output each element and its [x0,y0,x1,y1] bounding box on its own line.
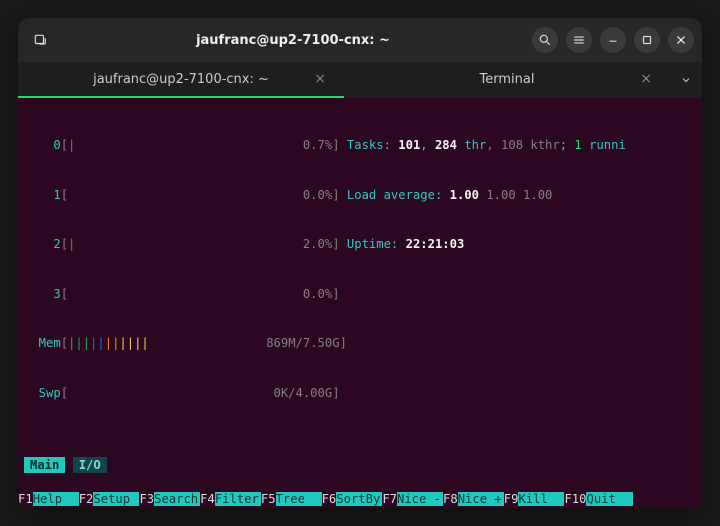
chevron-down-icon [680,74,692,86]
htop-tab-main[interactable]: Main [24,457,65,474]
footer-setup[interactable]: Setup [93,492,139,506]
footer-filter[interactable]: Filter [215,492,261,506]
minimize-button[interactable] [600,27,626,53]
htop-tabs: Main I/O [24,457,696,474]
tab-terminal-1[interactable]: jaufranc@up2-7100-cnx: ~ × [18,62,344,98]
terminal-window: jaufranc@up2-7100-cnx: ~ jaufranc@up2-71… [18,18,702,508]
cpu-meter-0: 0[| 0.7%] Tasks: 101, 284 thr, 108 kthr;… [24,137,696,154]
tab-close-icon[interactable]: × [314,71,326,87]
mem-meter: Mem[||||||||||| 869M/7.50G] [24,335,696,352]
tab-close-icon[interactable]: × [640,71,652,87]
tab-label: jaufranc@up2-7100-cnx: ~ [93,72,269,87]
footer-nice-minus[interactable]: Nice - [397,492,443,506]
search-icon [538,33,552,47]
tab-label: Terminal [480,72,535,87]
hamburger-icon [572,33,586,47]
htop-footer: F1Help F2Setup F3SearchF4FilterF5Tree F6… [18,490,702,508]
titlebar: jaufranc@up2-7100-cnx: ~ [18,18,702,62]
footer-help[interactable]: Help [33,492,79,506]
minimize-icon [606,33,620,47]
search-button[interactable] [532,27,558,53]
cpu-meter-1: 1[ 0.0%] Load average: 1.00 1.00 1.00 [24,187,696,204]
close-icon [674,33,688,47]
footer-sortby[interactable]: SortBy [336,492,382,506]
terminal-content[interactable]: 0[| 0.7%] Tasks: 101, 284 thr, 108 kthr;… [18,98,702,490]
menu-button[interactable] [566,27,592,53]
footer-tree[interactable]: Tree [276,492,322,506]
maximize-button[interactable] [634,27,660,53]
footer-kill[interactable]: Kill [518,492,564,506]
htop-tab-io[interactable]: I/O [73,457,107,474]
cpu-meter-2: 2[| 2.0%] Uptime: 22:21:03 [24,236,696,253]
maximize-icon [640,33,654,47]
cpu-meter-3: 3[ 0.0%] [24,286,696,303]
new-tab-button[interactable] [26,26,54,54]
tab-bar: jaufranc@up2-7100-cnx: ~ × Terminal × [18,62,702,98]
close-button[interactable] [668,27,694,53]
footer-search[interactable]: Search [154,492,200,506]
footer-nice-plus[interactable]: Nice + [458,492,504,506]
window-title: jaufranc@up2-7100-cnx: ~ [60,33,526,48]
new-tab-icon [33,33,47,47]
footer-quit[interactable]: Quit [586,492,632,506]
tabs-dropdown[interactable] [670,62,702,98]
swap-meter: Swp[ 0K/4.00G] [24,385,696,402]
tab-terminal-2[interactable]: Terminal × [344,62,670,98]
